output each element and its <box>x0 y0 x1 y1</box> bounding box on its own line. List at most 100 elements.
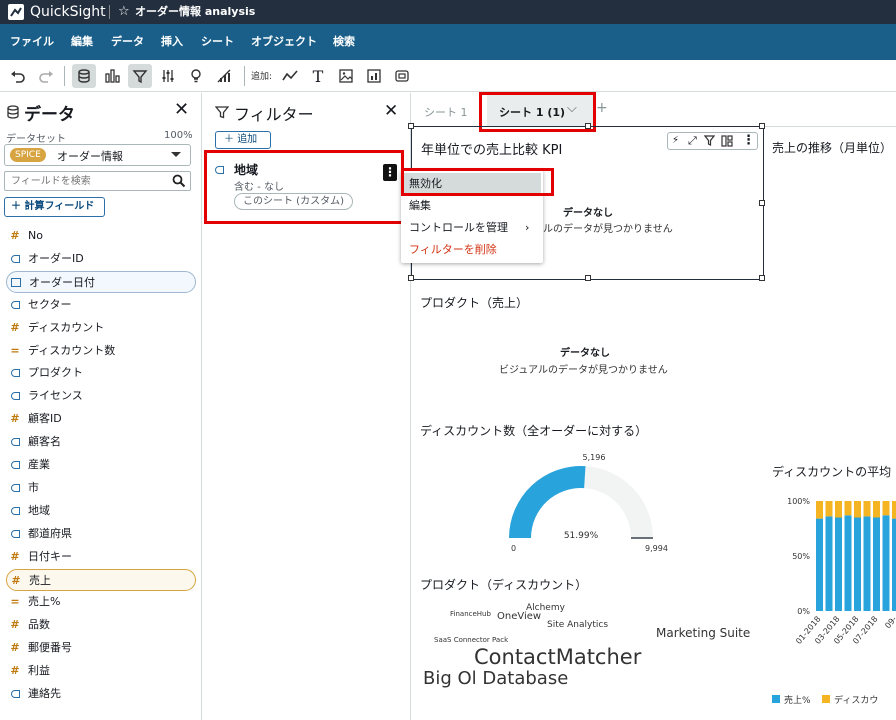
more-options-icon[interactable]: ⋮ <box>742 133 755 148</box>
add-visual-icon[interactable] <box>278 64 302 88</box>
redo-icon[interactable] <box>34 64 58 88</box>
bar-segment[interactable] <box>882 501 890 516</box>
database-icon[interactable] <box>72 64 96 88</box>
word-cloud-word[interactable]: Site Analytics <box>547 620 608 630</box>
undo-icon[interactable] <box>6 64 30 88</box>
close-icon[interactable]: ✕ <box>384 102 398 120</box>
word-cloud-word[interactable]: Big Ol Database <box>423 668 568 689</box>
search-icon[interactable] <box>172 174 186 191</box>
forecast-chart-icon[interactable] <box>212 64 236 88</box>
filter-card[interactable]: 地域 含む - なし このシート (カスタム) <box>204 150 404 224</box>
add-text-icon[interactable]: T <box>306 64 330 88</box>
field-item[interactable]: # ディスカウント <box>6 317 196 339</box>
bar-segment[interactable] <box>892 518 896 611</box>
dataset-select[interactable]: SPICE オーダー情報 <box>4 144 191 166</box>
field-item[interactable]: # 日付キー <box>6 546 196 568</box>
analysis-title[interactable]: オーダー情報 analysis <box>135 5 255 19</box>
insights-bulb-icon[interactable] <box>184 64 208 88</box>
resize-handle[interactable] <box>759 200 765 206</box>
word-cloud-word[interactable]: Marketing Suite <box>656 626 750 640</box>
filter-icon[interactable] <box>128 64 152 88</box>
word-cloud-word[interactable]: SaaS Connector Pack <box>434 636 508 644</box>
resize-handle[interactable] <box>408 275 414 281</box>
field-item[interactable]: ライセンス <box>6 385 196 407</box>
bar-segment[interactable] <box>863 501 871 517</box>
visual-chart-icon[interactable] <box>100 64 124 88</box>
field-item[interactable]: # 利益 <box>6 660 196 682</box>
menu-manage-control[interactable]: コントロールを管理 <box>401 217 541 239</box>
add-image-icon[interactable] <box>334 64 358 88</box>
word-cloud[interactable]: ContactMatcher Big Ol Database Marketing… <box>411 593 766 720</box>
bar-segment[interactable] <box>825 516 833 611</box>
field-item[interactable]: 地域 <box>6 500 196 522</box>
quicksight-logo-icon[interactable] <box>8 4 24 20</box>
expand-icon[interactable]: ⤢ <box>688 134 697 148</box>
filter-icon[interactable] <box>703 135 716 149</box>
bar-segment[interactable] <box>844 515 852 611</box>
word-cloud-word[interactable]: OneView <box>497 611 541 622</box>
resize-handle[interactable] <box>585 123 591 129</box>
stacked-bar-chart[interactable]: 0%50%100%01-201803-201805-201807-2018 09-… <box>772 493 896 720</box>
add-embed-icon[interactable] <box>390 64 414 88</box>
field-item[interactable]: 産業 <box>6 454 196 476</box>
menu-edit[interactable]: 編集 <box>71 24 93 60</box>
menu-edit-filter[interactable]: 編集 <box>401 195 541 217</box>
add-sheet-icon[interactable]: + <box>596 100 608 116</box>
add-filter-button[interactable]: ＋ 追加 <box>215 131 271 149</box>
field-item[interactable]: # 郵便番号 <box>6 637 196 659</box>
gauge-chart[interactable]: 5,196 51.99% 0 9,994 <box>501 443 681 553</box>
bar-segment[interactable] <box>835 501 842 518</box>
bar-segment[interactable] <box>825 501 833 517</box>
field-item[interactable]: 連絡先 <box>6 683 196 705</box>
add-calculated-field-button[interactable]: ＋ 計算フィールド <box>4 197 105 217</box>
more-options-icon[interactable]: ⋮ <box>383 164 397 181</box>
field-item[interactable]: # 顧客ID <box>6 408 196 430</box>
add-insight-icon[interactable] <box>362 64 386 88</box>
field-item[interactable]: = ディスカウント数 <box>6 340 196 362</box>
bar-segment[interactable] <box>873 501 880 518</box>
menu-object[interactable]: オブジェクト <box>251 24 317 60</box>
resize-handle[interactable] <box>759 275 765 281</box>
star-icon[interactable]: ☆ <box>118 3 130 21</box>
bar-segment[interactable] <box>892 501 896 519</box>
bar-segment[interactable] <box>854 501 861 518</box>
bar-segment[interactable] <box>835 517 842 612</box>
field-item[interactable]: # 売上 <box>6 568 196 591</box>
visual-type-icon[interactable]: ⚡ <box>672 135 679 146</box>
bar-segment[interactable] <box>873 517 880 612</box>
resize-handle[interactable] <box>585 275 591 281</box>
menu-file[interactable]: ファイル <box>10 24 54 60</box>
layout-icon[interactable] <box>721 135 733 150</box>
filter-scope-badge[interactable]: このシート (カスタム) <box>234 193 353 210</box>
field-item[interactable]: 都道府県 <box>6 523 196 545</box>
bar-segment[interactable] <box>854 517 861 612</box>
word-cloud-word[interactable]: ContactMatcher <box>474 645 641 669</box>
field-item[interactable]: = 売上% <box>6 591 196 613</box>
menu-sheet[interactable]: シート <box>201 24 234 60</box>
gauge-fill[interactable] <box>509 466 586 538</box>
bar-segment[interactable] <box>863 516 871 611</box>
resize-handle[interactable] <box>408 123 414 129</box>
resize-handle[interactable] <box>759 123 765 129</box>
bar-segment[interactable] <box>844 501 852 516</box>
bar-segment[interactable] <box>816 501 823 519</box>
field-item[interactable]: 市 <box>6 477 196 499</box>
app-name[interactable]: QuickSight <box>30 3 106 21</box>
field-item[interactable]: # No <box>6 225 196 247</box>
menu-search[interactable]: 検索 <box>333 24 355 60</box>
field-item[interactable]: 顧客名 <box>6 431 196 453</box>
word-cloud-word[interactable]: FinanceHub <box>450 610 491 618</box>
menu-delete-filter[interactable]: フィルターを削除 <box>401 239 541 261</box>
menu-data[interactable]: データ <box>111 24 144 60</box>
field-item[interactable]: オーダーID <box>6 248 196 270</box>
close-icon[interactable]: ✕ <box>174 101 189 119</box>
parameters-icon[interactable] <box>156 64 180 88</box>
field-item[interactable]: オーダー日付 <box>6 270 196 293</box>
sheet-tab-1[interactable]: シート 1 <box>424 104 468 120</box>
field-item[interactable]: プロダクト <box>6 362 196 384</box>
menu-insert[interactable]: 挿入 <box>161 24 183 60</box>
bar-segment[interactable] <box>882 515 890 611</box>
field-item[interactable]: # 品数 <box>6 614 196 636</box>
field-item[interactable]: セクター <box>6 294 196 316</box>
bar-segment[interactable] <box>816 518 823 611</box>
